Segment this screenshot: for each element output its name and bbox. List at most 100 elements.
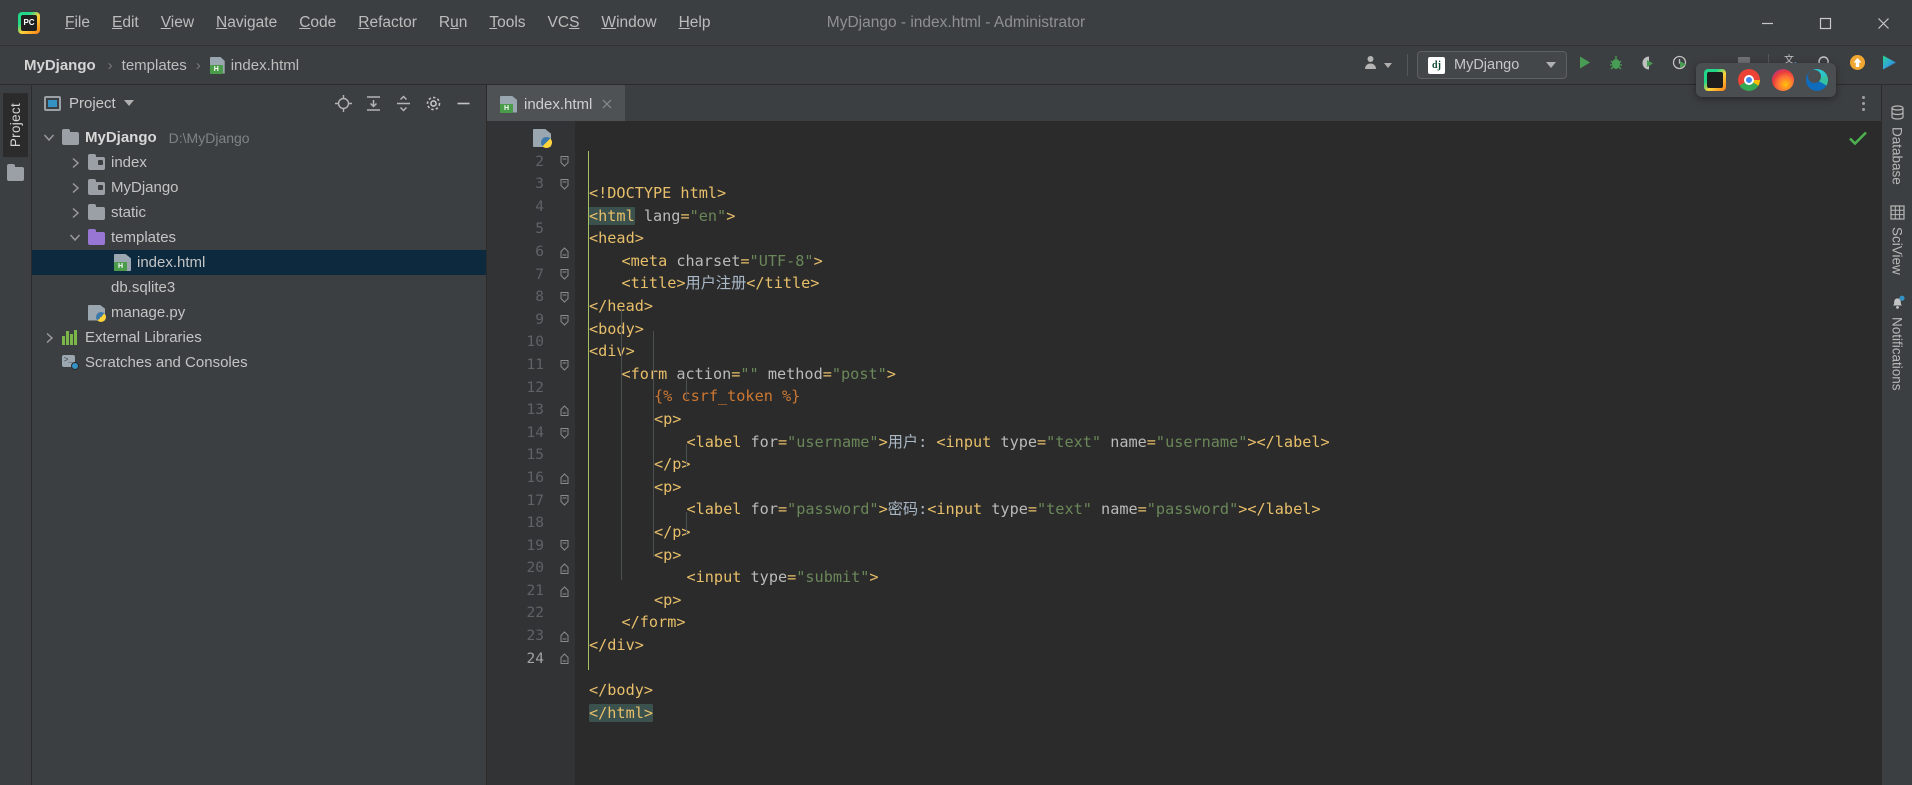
hide-panel-button[interactable] [450,90,476,116]
edge-icon[interactable] [1806,69,1828,91]
tree-item-templates[interactable]: templates [32,225,486,250]
fold-close-icon[interactable] [553,467,575,490]
code-line[interactable]: </div> [575,634,1881,657]
fold-close-icon[interactable] [553,580,575,603]
tree-item-scratches-and-consoles[interactable]: >_ Scratches and Consoles [32,350,486,375]
fold-open-icon[interactable] [553,490,575,513]
code-line[interactable]: {% csrf_token %} [575,385,1881,408]
minimize-button[interactable] [1738,0,1796,46]
breadcrumb-item-index-html[interactable]: Hindex.html [207,55,302,76]
code-line[interactable] [575,656,1881,679]
right-rail-sciview[interactable]: SciView [1887,195,1908,285]
tree-item-static[interactable]: static [32,200,486,225]
tree-item-external-libraries[interactable]: External Libraries [32,325,486,350]
code-line[interactable]: <p> [575,408,1881,431]
code-line[interactable]: <input type="submit"> [575,566,1881,589]
fold-open-icon[interactable] [553,151,575,174]
chevron-down-icon[interactable] [68,231,82,245]
right-rail-notifications[interactable]: Notifications [1887,285,1908,401]
debug-button[interactable] [1601,51,1631,79]
chevron-down-icon[interactable] [123,100,134,106]
fold-close-icon[interactable] [553,399,575,422]
tree-item-manage-py[interactable]: manage.py [32,300,486,325]
menu-item-tools[interactable]: Tools [478,10,536,36]
code-folding-gutter[interactable] [553,121,575,785]
fold-open-icon[interactable] [553,422,575,445]
fold-open-icon[interactable] [553,535,575,558]
code-line[interactable]: </p> [575,453,1881,476]
chevron-right-icon[interactable] [68,156,82,170]
chevron-right-icon[interactable] [68,181,82,195]
menu-item-refactor[interactable]: Refactor [347,10,428,36]
menu-item-run[interactable]: Run [428,10,478,36]
editor-tab-index-html[interactable]: H index.html [487,85,626,121]
code-line[interactable]: <meta charset="UTF-8"> [575,250,1881,273]
maximize-button[interactable] [1796,0,1854,46]
menu-item-navigate[interactable]: Navigate [205,10,288,36]
fold-open-icon[interactable] [553,354,575,377]
code-content[interactable]: <!DOCTYPE html> <html lang="en"> <head> <me… [575,121,1881,785]
expand-all-button[interactable] [360,90,386,116]
chrome-icon[interactable] [1738,69,1760,91]
collapse-all-button[interactable] [390,90,416,116]
tree-item-db-sqlite3[interactable]: db.sqlite3 [32,275,486,300]
update-project-button[interactable] [1842,51,1872,79]
fold-close-icon[interactable] [553,241,575,264]
code-line[interactable]: <form action="" method="post"> [575,363,1881,386]
run-button[interactable] [1569,51,1599,79]
menu-item-vcs[interactable]: VCS [537,10,591,36]
breadcrumb-item-mydjango[interactable]: MyDjango [18,53,102,78]
code-line[interactable]: <p> [575,476,1881,499]
firefox-icon[interactable] [1772,69,1794,91]
code-line[interactable]: <body> [575,318,1881,341]
profile-button[interactable] [1665,51,1695,79]
menu-item-help[interactable]: Help [668,10,722,36]
tree-item-index[interactable]: index [32,150,486,175]
code-line[interactable]: </body> [575,679,1881,702]
tree-item-mydjango[interactable]: MyDjango D:\MyDjango [32,125,486,150]
folder-icon[interactable] [7,164,24,182]
fold-open-icon[interactable] [553,173,575,196]
fold-close-icon[interactable] [553,557,575,580]
code-line[interactable]: <html lang="en"> [575,205,1881,228]
code-line[interactable]: <label for="password">密码:<input type="te… [575,498,1881,521]
python-run-gutter-icon[interactable] [533,129,552,148]
chevron-right-icon[interactable] [68,206,82,220]
code-line[interactable]: <head> [575,227,1881,250]
close-icon[interactable] [599,97,614,112]
code-line[interactable]: <!DOCTYPE html> [575,182,1881,205]
pycharm-icon[interactable] [1704,69,1726,91]
run-anything-button[interactable] [1874,51,1904,79]
code-line[interactable]: </html> [575,702,1881,725]
user-account-button[interactable] [1358,51,1398,79]
fold-open-icon[interactable] [553,264,575,287]
run-with-coverage-button[interactable] [1633,51,1663,79]
rail-tab-project[interactable]: Project [3,93,28,158]
menu-item-file[interactable]: File [54,10,101,36]
breadcrumb-item-templates[interactable]: templates [119,55,190,76]
code-line[interactable]: <p> [575,544,1881,567]
code-line[interactable]: <title>用户注册</title> [575,272,1881,295]
close-button[interactable] [1854,0,1912,46]
chevron-right-icon[interactable] [42,331,56,345]
tree-item-index-html[interactable]: Hindex.html [32,250,486,275]
fold-open-icon[interactable] [553,286,575,309]
code-line[interactable]: <p> [575,589,1881,612]
run-configuration-selector[interactable]: dj MyDjango [1417,51,1567,79]
code-editor[interactable]: 123456789101112131415161718192021222324 … [487,121,1881,785]
more-options-icon[interactable] [1854,95,1873,111]
code-line[interactable]: </head> [575,295,1881,318]
right-rail-database[interactable]: Database [1887,95,1908,195]
code-line[interactable]: </p> [575,521,1881,544]
menu-item-window[interactable]: Window [590,10,667,36]
locate-file-button[interactable] [330,90,356,116]
fold-close-icon[interactable] [553,648,575,671]
settings-button[interactable] [420,90,446,116]
menu-item-view[interactable]: View [150,10,205,36]
menu-item-edit[interactable]: Edit [101,10,150,36]
code-line[interactable]: <label for="username">用户: <input type="t… [575,431,1881,454]
chevron-down-icon[interactable] [42,131,56,145]
code-line[interactable]: <div> [575,340,1881,363]
menu-item-code[interactable]: Code [288,10,347,36]
code-line[interactable]: </form> [575,611,1881,634]
